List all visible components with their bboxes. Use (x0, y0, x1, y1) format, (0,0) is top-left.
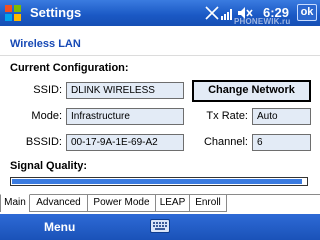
ssid-label: SSID: (33, 84, 62, 96)
menu-bar: Menu (0, 214, 320, 240)
tx-rate-label: Tx Rate: (206, 110, 248, 122)
title-bar: Settings 6:29 ok PHONEWIK.ru (0, 0, 320, 26)
tab-strip: Main Advanced Power Mode LEAP Enroll (0, 194, 320, 212)
channel-label: Channel: (203, 136, 248, 148)
current-config-heading: Current Configuration: (10, 62, 129, 74)
tab-advanced[interactable]: Advanced (30, 195, 88, 212)
watermark: PHONEWIK.ru (234, 17, 291, 26)
ok-button[interactable]: ok (297, 4, 317, 21)
tab-leap[interactable]: LEAP (156, 195, 190, 212)
divider (0, 55, 320, 56)
app-title: Settings (30, 5, 82, 20)
change-network-button[interactable]: Change Network (192, 80, 311, 102)
tab-power-mode[interactable]: Power Mode (88, 195, 156, 212)
tx-rate-field: Auto (252, 108, 311, 125)
ssid-field: DLINK WIRELESS (66, 82, 184, 99)
bssid-label: BSSID: (25, 136, 62, 148)
channel-field: 6 (252, 134, 311, 151)
tab-main[interactable]: Main (0, 194, 30, 212)
connectivity-icon[interactable] (205, 6, 219, 20)
keyboard-icon[interactable] (150, 219, 170, 233)
bssid-field: 00-17-9A-1E-69-A2 (66, 134, 184, 151)
mode-label: Mode: (31, 110, 62, 122)
signal-quality-fill (12, 179, 302, 184)
page-title: Wireless LAN (10, 38, 81, 50)
signal-icon[interactable] (221, 9, 232, 20)
tab-enroll[interactable]: Enroll (190, 195, 227, 212)
menu-softkey[interactable]: Menu (44, 220, 75, 234)
signal-quality-heading: Signal Quality: (10, 160, 88, 172)
signal-quality-bar (10, 177, 308, 186)
mode-field: Infrastructure (66, 108, 184, 125)
start-icon[interactable] (4, 4, 22, 22)
